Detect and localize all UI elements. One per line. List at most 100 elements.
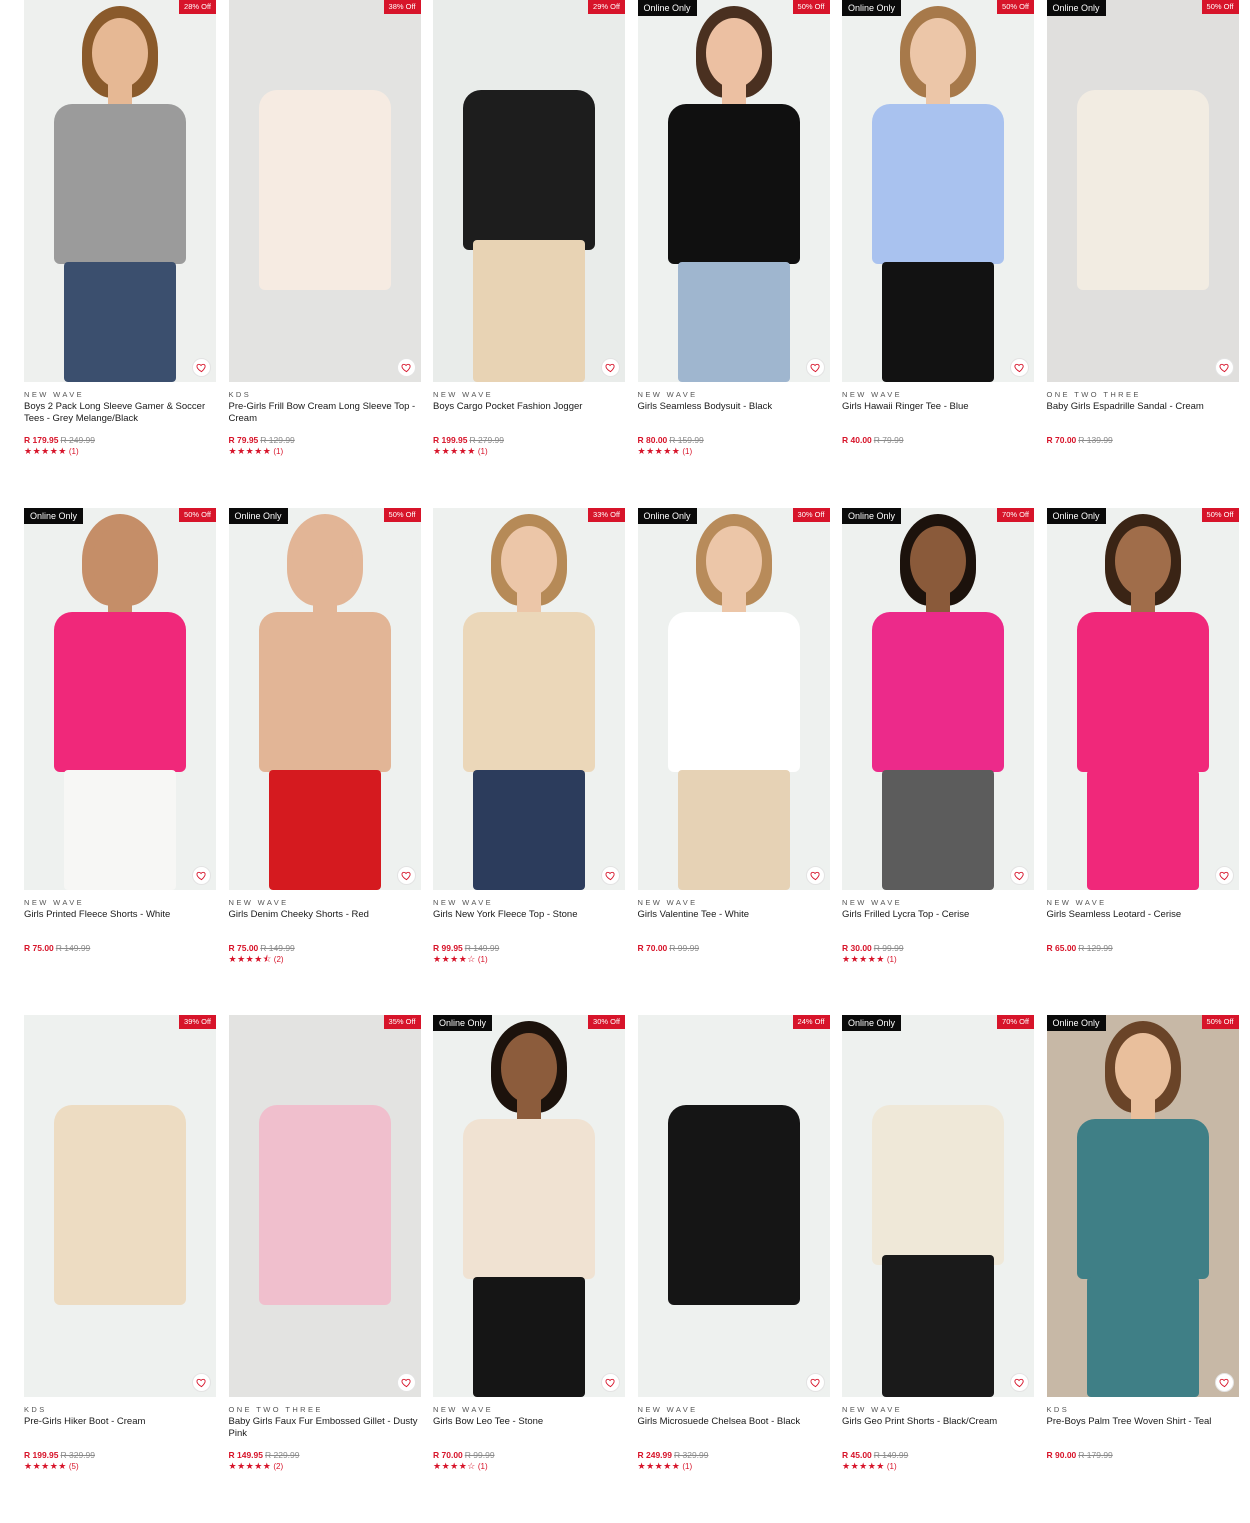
product-image[interactable]: 50% Off Online Only — [24, 507, 216, 890]
product-image[interactable]: 50% Off Online Only — [1046, 1015, 1239, 1397]
product-rating — [638, 954, 830, 965]
product-title[interactable]: Pre-Girls Frill Bow Cream Long Sleeve To… — [229, 401, 421, 435]
product-image[interactable]: 33% Off — [433, 507, 625, 890]
wishlist-heart-icon[interactable] — [192, 358, 211, 377]
product-title[interactable]: Pre-Girls Hiker Boot - Cream — [24, 1416, 216, 1450]
product-title[interactable]: Boys 2 Pack Long Sleeve Gamer & Soccer T… — [24, 401, 216, 435]
model-head — [705, 525, 762, 596]
product-title[interactable]: Baby Girls Espadrille Sandal - Cream — [1047, 401, 1239, 435]
product-title[interactable]: Girls Frilled Lycra Top - Cerise — [842, 909, 1034, 943]
heart-icon — [1218, 363, 1229, 373]
wishlist-heart-icon[interactable] — [1214, 1373, 1234, 1392]
wishlist-heart-icon[interactable] — [805, 865, 825, 885]
product-image[interactable]: 70% Off Online Only — [842, 507, 1034, 890]
product-image[interactable]: 50% Off Online Only — [637, 0, 830, 382]
wishlist-heart-icon[interactable] — [396, 358, 416, 377]
wishlist-heart-icon[interactable] — [601, 358, 620, 377]
product-image[interactable]: 28% Off — [24, 0, 216, 382]
product-image[interactable]: 24% Off — [637, 1015, 830, 1397]
online-only-badge: Online Only — [1046, 1015, 1106, 1031]
product-title[interactable]: Girls Valentine Tee - White — [638, 909, 830, 943]
product-image[interactable]: 39% Off — [24, 1015, 216, 1397]
wishlist-heart-icon[interactable] — [601, 865, 620, 885]
product-image[interactable]: 50% Off Online Only — [228, 507, 421, 890]
product-price: R 75.00 — [228, 942, 259, 953]
product-card[interactable]: 50% Off Online Only NEW WAVE Girls Printed … — [24, 507, 216, 1015]
product-image[interactable]: 50% Off Online Only — [1046, 0, 1239, 382]
online-only-badge: Online Only — [24, 507, 84, 524]
product-card[interactable]: 35% Off ONE TWO THREE Baby Girls Faux Fur … — [228, 1015, 421, 1522]
garment-top — [54, 1105, 186, 1305]
discount-badge: 39% Off — [179, 1015, 216, 1029]
product-title[interactable]: Girls Seamless Leotard - Cerise — [1047, 909, 1239, 943]
product-rating — [1047, 446, 1239, 457]
product-title[interactable]: Girls Microsuede Chelsea Boot - Black — [638, 1416, 830, 1450]
product-image[interactable]: 38% Off — [228, 0, 421, 382]
heart-icon — [1014, 363, 1024, 373]
product-rating: ★★★★★ (1) — [842, 1461, 1034, 1472]
wishlist-heart-icon[interactable] — [396, 1373, 416, 1392]
product-title[interactable]: Girls Seamless Bodysuit - Black — [638, 401, 830, 435]
wishlist-heart-icon[interactable] — [601, 1373, 620, 1392]
product-card[interactable]: 28% Off NEW WAVE Boys 2 Pack Long Sleeve G… — [24, 0, 216, 507]
product-card[interactable]: 30% Off Online Only NEW WAVE Girls Bow Leo … — [433, 1015, 625, 1522]
heart-icon — [400, 871, 411, 880]
product-card[interactable]: 70% Off Online Only NEW WAVE Girls Frilled … — [842, 507, 1034, 1015]
wishlist-heart-icon[interactable] — [192, 1373, 211, 1392]
heart-icon — [809, 1378, 820, 1388]
wishlist-heart-icon[interactable] — [1214, 358, 1234, 377]
rating-stars-icon: ★★★★★ — [637, 446, 681, 456]
wishlist-heart-icon[interactable] — [805, 358, 825, 377]
model-head — [92, 18, 148, 88]
product-card[interactable]: 38% Off KDS Pre-Girls Frill Bow Cream Long… — [228, 0, 421, 507]
product-photo — [1046, 0, 1239, 382]
product-brand: ONE TWO THREE — [228, 1405, 323, 1414]
product-image[interactable]: 30% Off Online Only — [637, 507, 830, 890]
product-image[interactable]: 50% Off Online Only — [842, 0, 1034, 382]
product-card[interactable]: 39% Off KDS Pre-Girls Hiker Boot - Cream R … — [24, 1015, 216, 1522]
product-title[interactable]: Girls Geo Print Shorts - Black/Cream — [842, 1416, 1034, 1450]
wishlist-heart-icon[interactable] — [396, 865, 416, 885]
product-card[interactable]: 30% Off Online Only NEW WAVE Girls Valentin… — [637, 507, 830, 1015]
product-title[interactable]: Girls New York Fleece Top - Stone — [433, 909, 625, 943]
wishlist-heart-icon[interactable] — [1010, 358, 1029, 377]
product-card[interactable]: 70% Off Online Only NEW WAVE Girls Geo Prin… — [842, 1015, 1034, 1522]
product-title[interactable]: Boys Cargo Pocket Fashion Jogger — [433, 401, 625, 435]
heart-icon — [1014, 871, 1024, 880]
product-card[interactable]: 50% Off Online Only NEW WAVE Girls Seamless… — [1046, 507, 1239, 1015]
product-image[interactable]: 35% Off — [228, 1015, 421, 1397]
product-photo — [24, 507, 216, 890]
product-card[interactable]: 50% Off Online Only NEW WAVE Girls Denim Ch… — [228, 507, 421, 1015]
product-title[interactable]: Girls Hawaii Ringer Tee - Blue — [842, 401, 1034, 435]
product-card[interactable]: 50% Off Online Only NEW WAVE Girls Hawaii R… — [842, 0, 1034, 507]
product-image[interactable]: 70% Off Online Only — [842, 1015, 1034, 1397]
product-brand: NEW WAVE — [24, 897, 85, 907]
product-card[interactable]: 29% Off NEW WAVE Boys Cargo Pocket Fashion… — [433, 0, 625, 507]
discount-badge: 30% Off — [792, 507, 830, 522]
product-info: KDS Pre-Girls Frill Bow Cream Long Sleeve… — [229, 382, 421, 457]
product-card[interactable]: 24% Off NEW WAVE Girls Microsuede Chelsea … — [637, 1015, 830, 1522]
product-title[interactable]: Girls Denim Cheeky Shorts - Red — [229, 909, 421, 943]
product-card[interactable]: 50% Off Online Only KDS Pre-Boys Palm Tree … — [1046, 1015, 1239, 1522]
product-title[interactable]: Girls Bow Leo Tee - Stone — [433, 1416, 625, 1450]
wishlist-heart-icon[interactable] — [1214, 865, 1234, 885]
garment-top — [54, 611, 186, 772]
heart-icon — [809, 871, 820, 880]
wishlist-heart-icon[interactable] — [1010, 865, 1029, 885]
product-rating: ★★★★★ (1) — [229, 446, 421, 457]
garment-top — [258, 1105, 391, 1305]
product-card[interactable]: 33% Off NEW WAVE Girls New York Fleece Top… — [433, 507, 625, 1015]
product-brand: ONE TWO THREE — [1046, 390, 1141, 399]
wishlist-heart-icon[interactable] — [192, 865, 211, 885]
product-image[interactable]: 50% Off Online Only — [1046, 507, 1239, 890]
product-card[interactable]: 50% Off Online Only ONE TWO THREE Baby Girl… — [1046, 0, 1239, 507]
product-brand: NEW WAVE — [637, 897, 698, 907]
product-card[interactable]: 50% Off Online Only NEW WAVE Girls Seamless… — [637, 0, 830, 507]
product-image[interactable]: 29% Off — [433, 0, 625, 382]
product-title[interactable]: Girls Printed Fleece Shorts - White — [24, 909, 216, 943]
product-image[interactable]: 30% Off Online Only — [433, 1015, 625, 1397]
wishlist-heart-icon[interactable] — [805, 1373, 825, 1392]
product-title[interactable]: Pre-Boys Palm Tree Woven Shirt - Teal — [1047, 1416, 1239, 1450]
wishlist-heart-icon[interactable] — [1010, 1373, 1029, 1392]
product-title[interactable]: Baby Girls Faux Fur Embossed Gillet - Du… — [229, 1416, 421, 1450]
